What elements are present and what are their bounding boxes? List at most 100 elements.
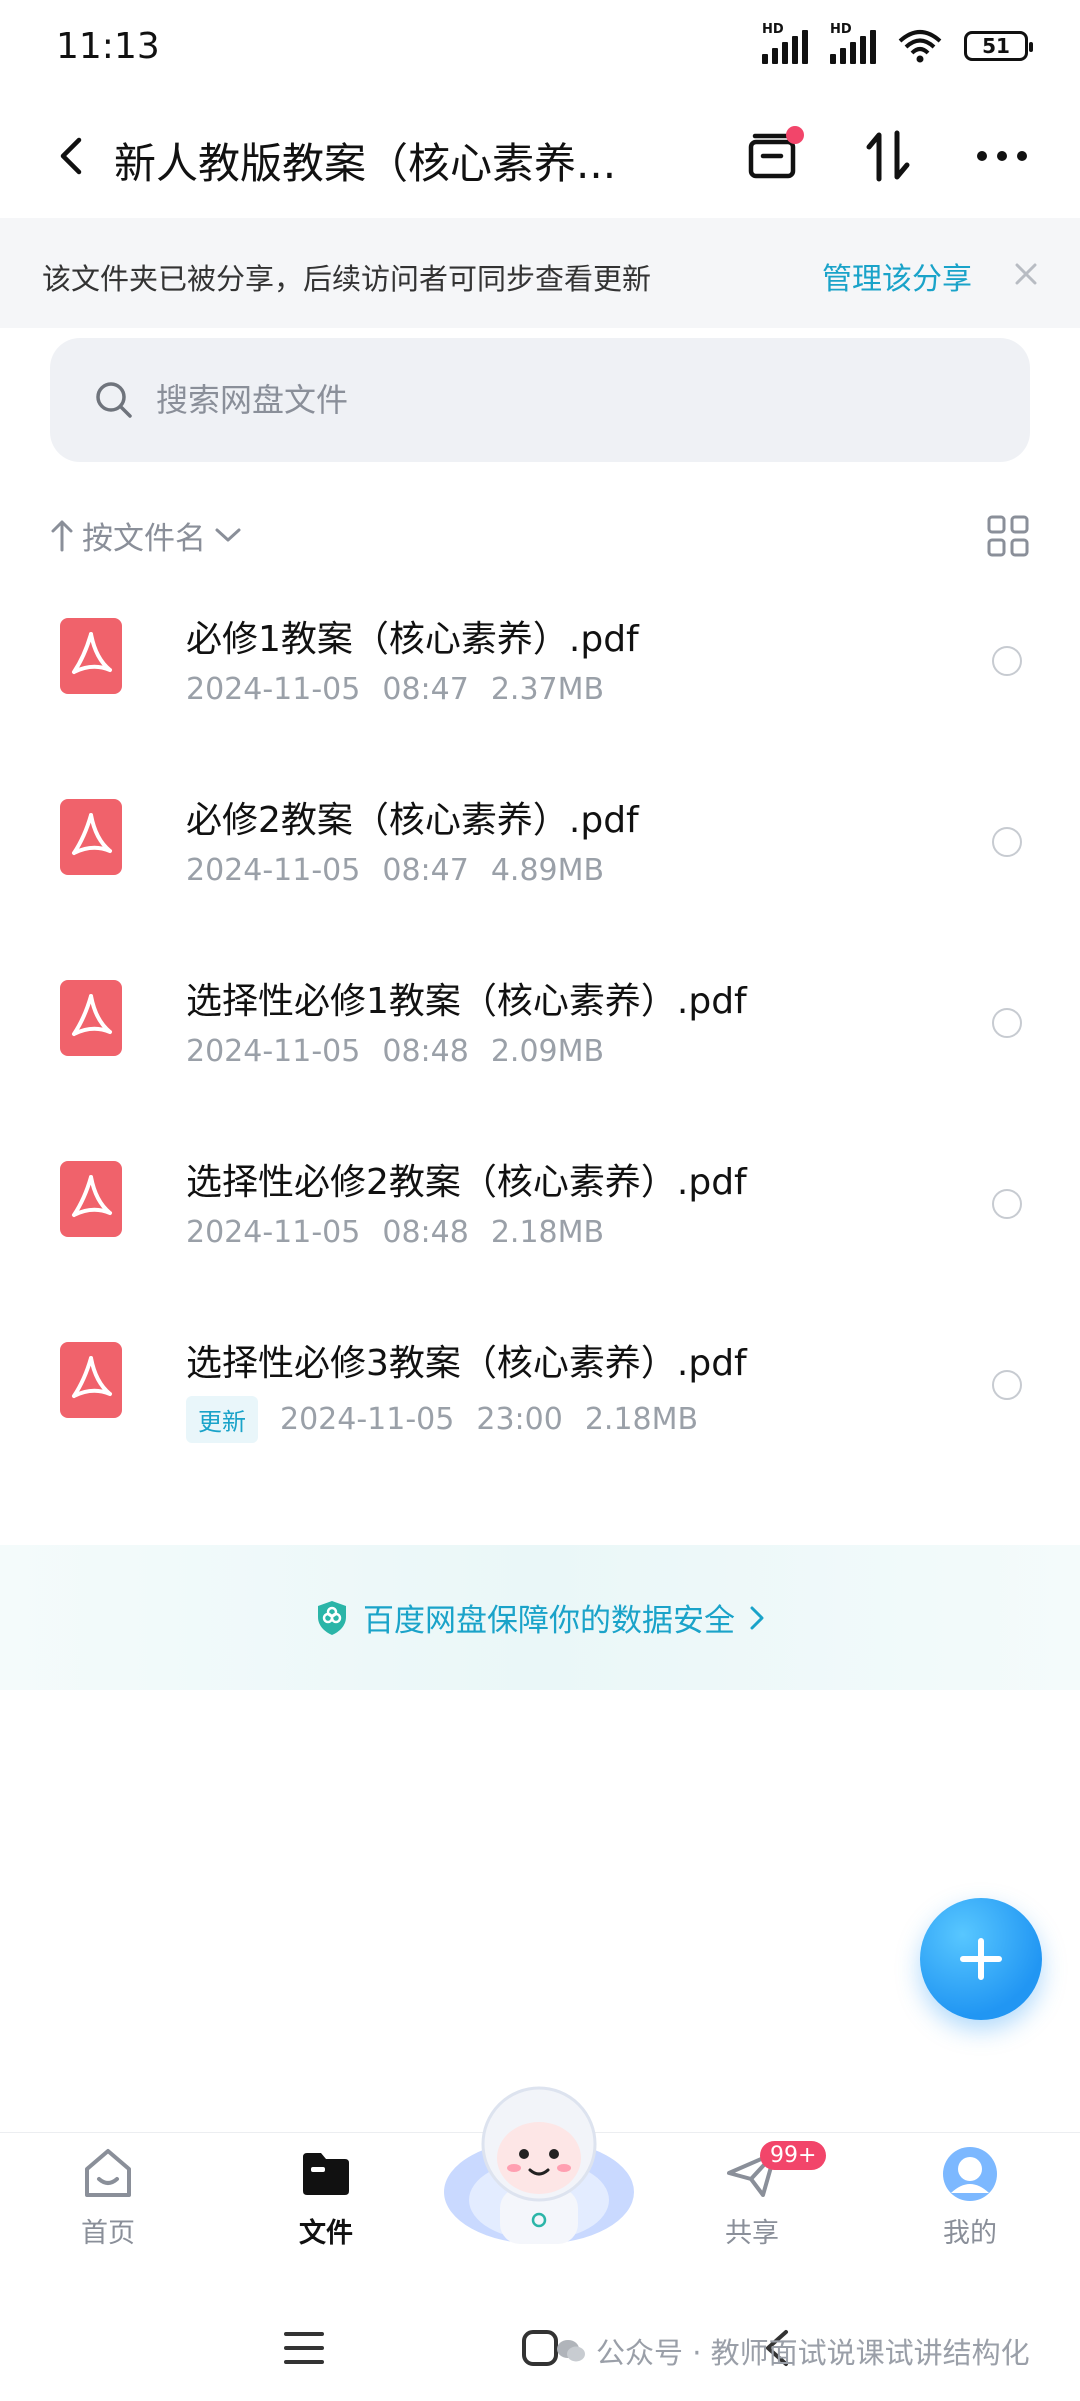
nav-share[interactable]: 99+ 共享 xyxy=(682,2141,827,2275)
file-size: 2.18MB xyxy=(584,1402,699,1437)
close-icon xyxy=(1015,263,1037,285)
search-input[interactable] xyxy=(156,381,916,419)
search-icon xyxy=(96,382,132,418)
file-meta: 2024-11-05 08:48 2.18MB xyxy=(186,1215,626,1250)
hd-label: HD xyxy=(830,22,852,37)
battery-icon: 51 xyxy=(964,31,1033,61)
nav-label: 我的 xyxy=(943,2218,997,2249)
watermark-text: 公众号 · 教师面试说课试讲结构化 xyxy=(596,2336,1030,2370)
pdf-file-icon xyxy=(60,799,122,875)
file-row[interactable]: 选择性必修3教案（核心素养）.pdf 更新 2024-11-05 23:00 2… xyxy=(0,1294,1080,1475)
notification-dot xyxy=(786,126,804,144)
file-time: 08:47 xyxy=(382,672,469,707)
share-notice-banner: 该文件夹已被分享，后续访问者可同步查看更新 管理该分享 xyxy=(0,218,1080,328)
archive-button[interactable] xyxy=(738,122,806,190)
file-date: 2024-11-05 xyxy=(186,1034,361,1069)
file-time: 08:48 xyxy=(382,1215,469,1250)
file-size: 4.89MB xyxy=(490,853,605,888)
file-meta: 更新 2024-11-05 23:00 2.18MB xyxy=(186,1396,720,1443)
avatar-icon xyxy=(943,2147,997,2201)
notification-badge: 99+ xyxy=(760,2141,827,2170)
plus-icon xyxy=(960,1938,1002,1980)
select-checkbox[interactable] xyxy=(992,1370,1022,1400)
file-name: 必修2教案（核心素养）.pdf xyxy=(186,800,639,841)
shield-icon xyxy=(318,1600,346,1635)
nav-files[interactable]: 文件 xyxy=(256,2145,396,2275)
file-date: 2024-11-05 xyxy=(186,853,361,888)
file-meta: 2024-11-05 08:47 4.89MB xyxy=(186,853,626,888)
pdf-file-icon xyxy=(60,980,122,1056)
security-banner[interactable]: 百度网盘保障你的数据安全 xyxy=(0,1545,1080,1690)
file-row[interactable]: 选择性必修2教案（核心素养）.pdf 2024-11-05 08:48 2.18… xyxy=(0,1113,1080,1294)
chevron-down-icon xyxy=(215,528,241,542)
assistant-mascot-icon[interactable] xyxy=(442,2080,636,2250)
file-meta: 2024-11-05 08:48 2.09MB xyxy=(186,1034,626,1069)
file-list: 必修1教案（核心素养）.pdf 2024-11-05 08:47 2.37MB … xyxy=(0,570,1080,1475)
search-bar[interactable] xyxy=(50,338,1030,462)
menu-icon xyxy=(284,2332,324,2364)
top-app-bar: 新人教版教案（核心素养... xyxy=(0,96,1080,216)
file-row[interactable]: 必修2教案（核心素养）.pdf 2024-11-05 08:47 4.89MB xyxy=(0,751,1080,932)
file-date: 2024-11-05 xyxy=(280,1402,455,1437)
select-checkbox[interactable] xyxy=(992,827,1022,857)
file-size: 2.09MB xyxy=(490,1034,605,1069)
pdf-file-icon xyxy=(60,618,122,694)
file-size: 2.37MB xyxy=(490,672,605,707)
close-banner-button[interactable] xyxy=(1004,252,1048,296)
select-checkbox[interactable] xyxy=(992,1008,1022,1038)
file-meta: 2024-11-05 08:47 2.37MB xyxy=(186,672,626,707)
select-checkbox[interactable] xyxy=(992,1189,1022,1219)
file-name: 必修1教案（核心素养）.pdf xyxy=(186,619,639,660)
wifi-icon xyxy=(898,30,942,63)
watermark: 公众号 · 教师面试说课试讲结构化 xyxy=(556,2330,1030,2372)
square-home-icon xyxy=(522,2330,558,2366)
nav-label: 首页 xyxy=(81,2218,135,2249)
wechat-icon xyxy=(557,2340,585,2362)
battery-level: 51 xyxy=(982,34,1010,58)
nav-label: 文件 xyxy=(299,2218,353,2249)
sort-transfer-icon xyxy=(866,130,910,182)
file-row[interactable]: 选择性必修1教案（核心素养）.pdf 2024-11-05 08:48 2.09… xyxy=(0,932,1080,1113)
sort-arrow-up-icon xyxy=(51,520,73,552)
more-icon xyxy=(977,151,1027,161)
status-time: 11:13 xyxy=(56,26,160,67)
status-bar: 11:13 HD HD 51 xyxy=(0,0,1080,96)
file-name: 选择性必修3教案（核心素养）.pdf xyxy=(186,1343,747,1384)
file-size: 2.18MB xyxy=(490,1215,605,1250)
file-time: 08:48 xyxy=(382,1034,469,1069)
nav-home[interactable]: 首页 xyxy=(38,2145,178,2275)
pdf-file-icon xyxy=(60,1161,122,1237)
signal-icon: HD xyxy=(762,22,808,64)
grid-view-icon xyxy=(987,515,1029,557)
file-time: 08:47 xyxy=(382,853,469,888)
folder-icon xyxy=(303,2153,349,2195)
add-fab-button[interactable] xyxy=(920,1898,1042,2020)
system-navigation-bar: 公众号 · 教师面试说课试讲结构化 xyxy=(0,2300,1080,2401)
sort-selector[interactable]: 按文件名 xyxy=(50,510,242,560)
file-date: 2024-11-05 xyxy=(186,1215,361,1250)
back-icon xyxy=(60,137,82,175)
nav-profile[interactable]: 我的 xyxy=(900,2145,1040,2275)
update-badge: 更新 xyxy=(186,1396,258,1443)
share-notice-text: 该文件夹已被分享，后续访问者可同步查看更新 xyxy=(42,262,652,296)
file-name: 选择性必修1教案（核心素养）.pdf xyxy=(186,981,747,1022)
page-title: 新人教版教案（核心素养... xyxy=(114,139,617,188)
grid-view-toggle[interactable] xyxy=(986,514,1030,558)
chevron-right-icon xyxy=(750,1606,764,1629)
select-checkbox[interactable] xyxy=(992,646,1022,676)
security-text: 百度网盘保障你的数据安全 xyxy=(363,1603,735,1639)
manage-share-link[interactable]: 管理该分享 xyxy=(822,254,972,298)
home-icon xyxy=(85,2149,131,2197)
file-time: 23:00 xyxy=(476,1402,563,1437)
file-row[interactable]: 必修1教案（核心素养）.pdf 2024-11-05 08:47 2.37MB xyxy=(0,570,1080,751)
back-button[interactable] xyxy=(40,126,100,186)
menu-button[interactable] xyxy=(274,2318,334,2378)
more-button[interactable] xyxy=(968,122,1036,190)
file-date: 2024-11-05 xyxy=(186,672,361,707)
signal-icon: HD xyxy=(830,22,876,64)
hd-label: HD xyxy=(762,22,784,37)
pdf-file-icon xyxy=(60,1342,122,1418)
transfer-button[interactable] xyxy=(854,122,922,190)
file-name: 选择性必修2教案（核心素养）.pdf xyxy=(186,1162,747,1203)
status-icons: HD HD 51 xyxy=(762,22,1033,64)
